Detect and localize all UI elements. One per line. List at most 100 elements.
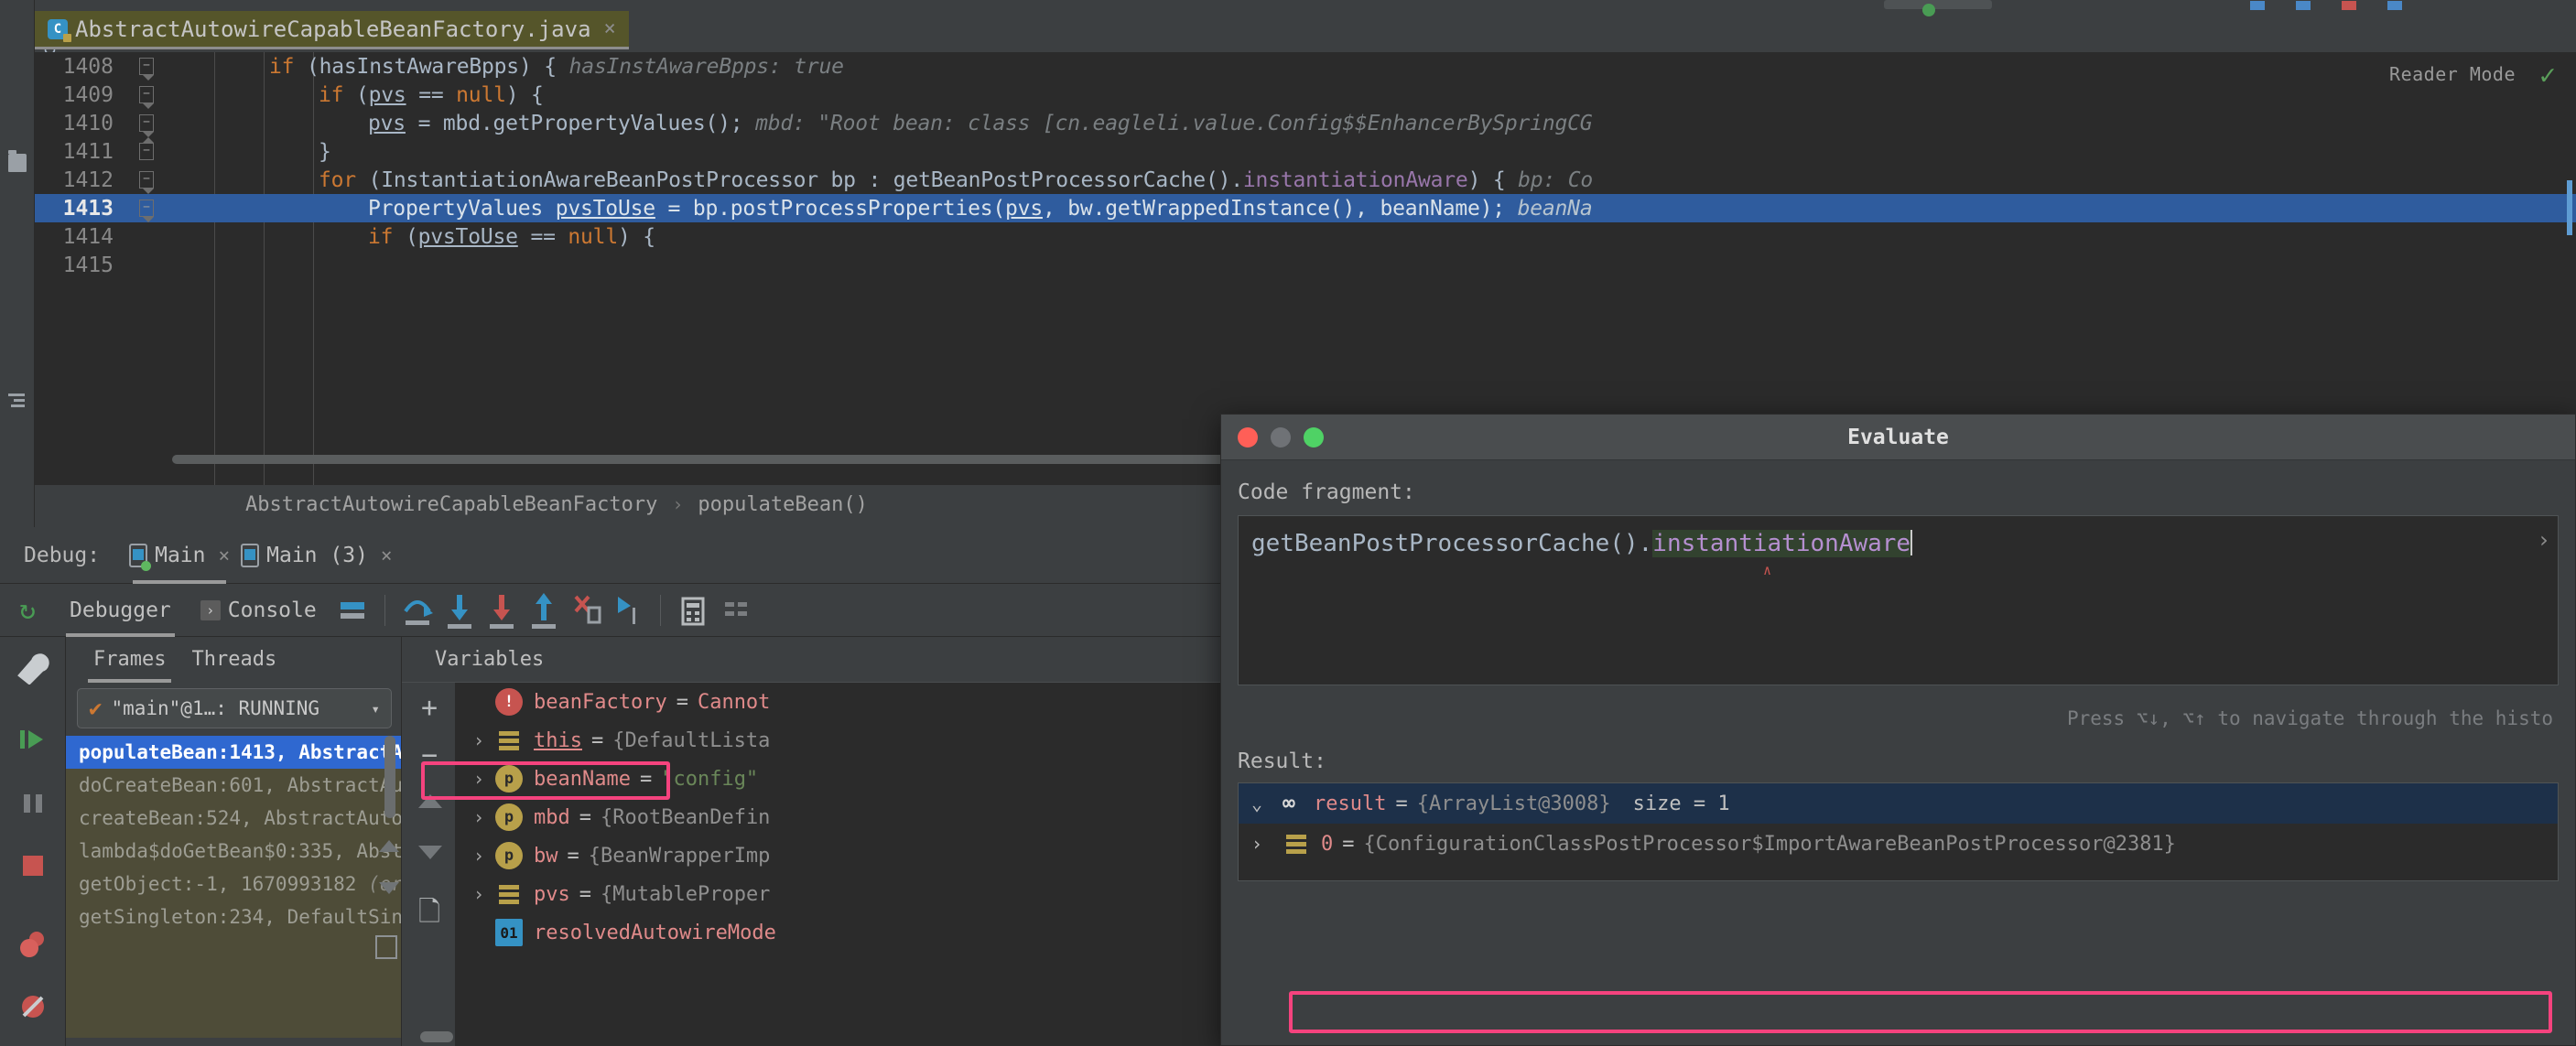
frames-scroll-up-icon[interactable] — [379, 840, 399, 852]
expand-chevron-icon[interactable]: › — [462, 729, 495, 751]
drop-frame-icon[interactable] — [565, 584, 607, 637]
resume-program-icon[interactable] — [16, 723, 49, 756]
frame-item[interactable]: populateBean:1413, AbstractAutowi — [66, 736, 401, 769]
evaluate-titlebar[interactable]: Evaluate — [1221, 415, 2575, 460]
fold-icon[interactable]: − — [139, 58, 154, 81]
fold-gutter[interactable] — [128, 222, 168, 251]
variables-list[interactable]: ! beanFactory = Cannot › this = {DefaultLista › p… — [455, 683, 1227, 1046]
run-configuration-chip[interactable] — [1884, 0, 1992, 16]
code-line[interactable]: 1411 −} — [35, 137, 2576, 166]
frames-list[interactable]: populateBean:1413, AbstractAutowi doCreat… — [66, 736, 401, 1038]
copy-value-icon[interactable]: 🗋 — [417, 891, 442, 938]
step-into-icon[interactable] — [438, 584, 481, 637]
fold-icon[interactable]: − — [139, 86, 154, 109]
reader-mode-label[interactable]: Reader Mode — [2389, 63, 2516, 85]
code-line[interactable]: 1415 — [35, 251, 2576, 279]
result-tree[interactable]: ⌄ ∞ result = {ArrayList@3008} size = 1 › 0 = {Con… — [1238, 782, 2559, 881]
gutter-marker[interactable] — [168, 81, 214, 109]
rerun-icon[interactable]: ↻ — [0, 594, 55, 626]
force-step-into-icon[interactable] — [481, 584, 523, 637]
expand-chevron-icon[interactable]: ⌄ — [1251, 793, 1283, 814]
variables-scrollbar[interactable] — [420, 1031, 453, 1042]
move-down-icon[interactable] — [418, 846, 442, 859]
frame-item[interactable]: getObject:-1, 1670993182 (org.spr — [66, 868, 401, 900]
thread-selector[interactable]: ✔ "main"@1…: RUNNING ▾ — [77, 688, 392, 728]
variable-row[interactable]: › p bw = {BeanWrapperImp — [455, 836, 1227, 875]
expand-editor-icon[interactable]: › — [2538, 527, 2550, 553]
code-line[interactable]: 1413 − PropertyValues pvsToUse = bp.postPr… — [35, 194, 2576, 222]
expand-chevron-icon[interactable]: › — [462, 845, 495, 867]
fold-gutter[interactable]: − — [128, 166, 168, 194]
pause-program-icon[interactable] — [16, 787, 49, 820]
code-line[interactable]: 1409 − if (pvs == null) { — [35, 81, 2576, 109]
step-out-stub-icon[interactable] — [2342, 1, 2356, 10]
settings-icon[interactable] — [714, 584, 756, 637]
move-up-icon[interactable] — [418, 794, 442, 808]
gutter-marker[interactable] — [168, 194, 214, 222]
code-line[interactable]: 1408 − if (hasInstAwareBpps) { hasInstAwar… — [35, 52, 2576, 81]
gutter-marker[interactable] — [168, 166, 214, 194]
stop-icon[interactable] — [16, 849, 49, 882]
frame-item[interactable]: getSingleton:234, DefaultSingleto — [66, 900, 401, 933]
gutter-marker[interactable] — [168, 137, 214, 166]
breadcrumb-method[interactable]: populateBean() — [698, 493, 867, 516]
evaluate-dialog[interactable]: Evaluate Code fragment: getBeanPostProce… — [1220, 414, 2576, 1046]
inspections-ok-icon[interactable]: ✓ — [2539, 59, 2556, 92]
tab-threads[interactable]: Threads — [179, 637, 289, 683]
frame-item[interactable]: doCreateBean:601, AbstractAutowir — [66, 769, 401, 802]
structure-icon[interactable] — [8, 394, 27, 412]
gutter-marker[interactable] — [168, 222, 214, 251]
fold-gutter[interactable] — [128, 251, 168, 279]
fold-gutter[interactable]: − — [128, 52, 168, 81]
evaluate-expression-icon[interactable] — [672, 584, 714, 637]
expand-chevron-icon[interactable]: › — [462, 768, 495, 790]
fold-icon[interactable]: − — [139, 137, 154, 160]
variable-row[interactable]: › this = {DefaultLista — [455, 721, 1227, 760]
resume-stub-icon[interactable] — [2387, 1, 2402, 10]
step-into-stub-icon[interactable] — [2296, 1, 2311, 10]
chevron-down-icon[interactable]: ▾ — [371, 700, 380, 717]
code-line[interactable]: 1410 − pvs = mbd.getPropertyValues(); mbd:… — [35, 109, 2576, 137]
editor-tab[interactable]: C AbstractAutowireCapableBeanFactory.jav… — [35, 11, 629, 49]
fold-gutter[interactable]: − — [128, 137, 168, 166]
run-to-cursor-icon[interactable] — [607, 584, 649, 637]
mute-breakpoints-icon[interactable] — [16, 990, 49, 1023]
frame-item[interactable]: lambda$doGetBean$0:335, AbstractB — [66, 835, 401, 868]
variable-row[interactable]: › pvs = {MutableProper — [455, 875, 1227, 913]
breadcrumb-class[interactable]: AbstractAutowireCapableBeanFactory — [245, 493, 657, 516]
step-over-icon[interactable] — [396, 584, 438, 637]
view-breakpoints-icon[interactable] — [16, 928, 49, 961]
result-row[interactable]: › 0 = {ConfigurationClassPostProcessor$Impo… — [1239, 824, 2558, 864]
step-out-icon[interactable] — [523, 584, 565, 637]
result-row[interactable]: ⌄ ∞ result = {ArrayList@3008} size = 1 — [1239, 783, 2558, 824]
variable-row[interactable]: 01 resolvedAutowireMode — [455, 913, 1227, 952]
gutter-marker[interactable] — [168, 251, 214, 279]
variable-row[interactable]: ! beanFactory = Cannot — [455, 683, 1227, 721]
variable-row[interactable]: › p mbd = {RootBeanDefin — [455, 798, 1227, 836]
close-icon[interactable]: × — [218, 545, 230, 566]
run-tab-0[interactable]: Main × — [124, 527, 235, 584]
add-watch-icon[interactable]: + — [417, 692, 442, 724]
gutter-marker[interactable] — [168, 109, 214, 137]
copy-stack-icon[interactable] — [375, 935, 397, 959]
project-folder-icon[interactable] — [8, 150, 27, 172]
variable-row[interactable]: › p beanName = "config" — [455, 760, 1227, 798]
code-line[interactable]: 1414 if (pvsToUse == null) { — [35, 222, 2576, 251]
layout-icon[interactable] — [331, 584, 373, 637]
fold-gutter[interactable]: − — [128, 194, 168, 222]
step-over-stub-icon[interactable] — [2250, 1, 2265, 10]
remove-watch-icon[interactable]: − — [417, 739, 442, 771]
frame-item[interactable]: createBean:524, AbstractAutowireC — [66, 802, 401, 835]
fold-icon[interactable]: − — [139, 199, 154, 222]
frames-scroll-down-icon[interactable] — [379, 882, 399, 894]
fold-gutter[interactable]: − — [128, 109, 168, 137]
wrench-icon[interactable] — [16, 652, 49, 685]
code-line[interactable]: 1412 − for (InstantiationAwareBeanPostProc… — [35, 166, 2576, 194]
expand-chevron-icon[interactable]: › — [462, 806, 495, 828]
tab-console[interactable]: › Console — [186, 584, 331, 637]
fold-icon[interactable]: − — [139, 114, 154, 137]
gutter-marker[interactable] — [168, 52, 214, 81]
tab-debugger[interactable]: Debugger — [55, 584, 186, 637]
close-icon[interactable]: × — [604, 17, 616, 40]
expand-chevron-icon[interactable]: › — [462, 883, 495, 905]
